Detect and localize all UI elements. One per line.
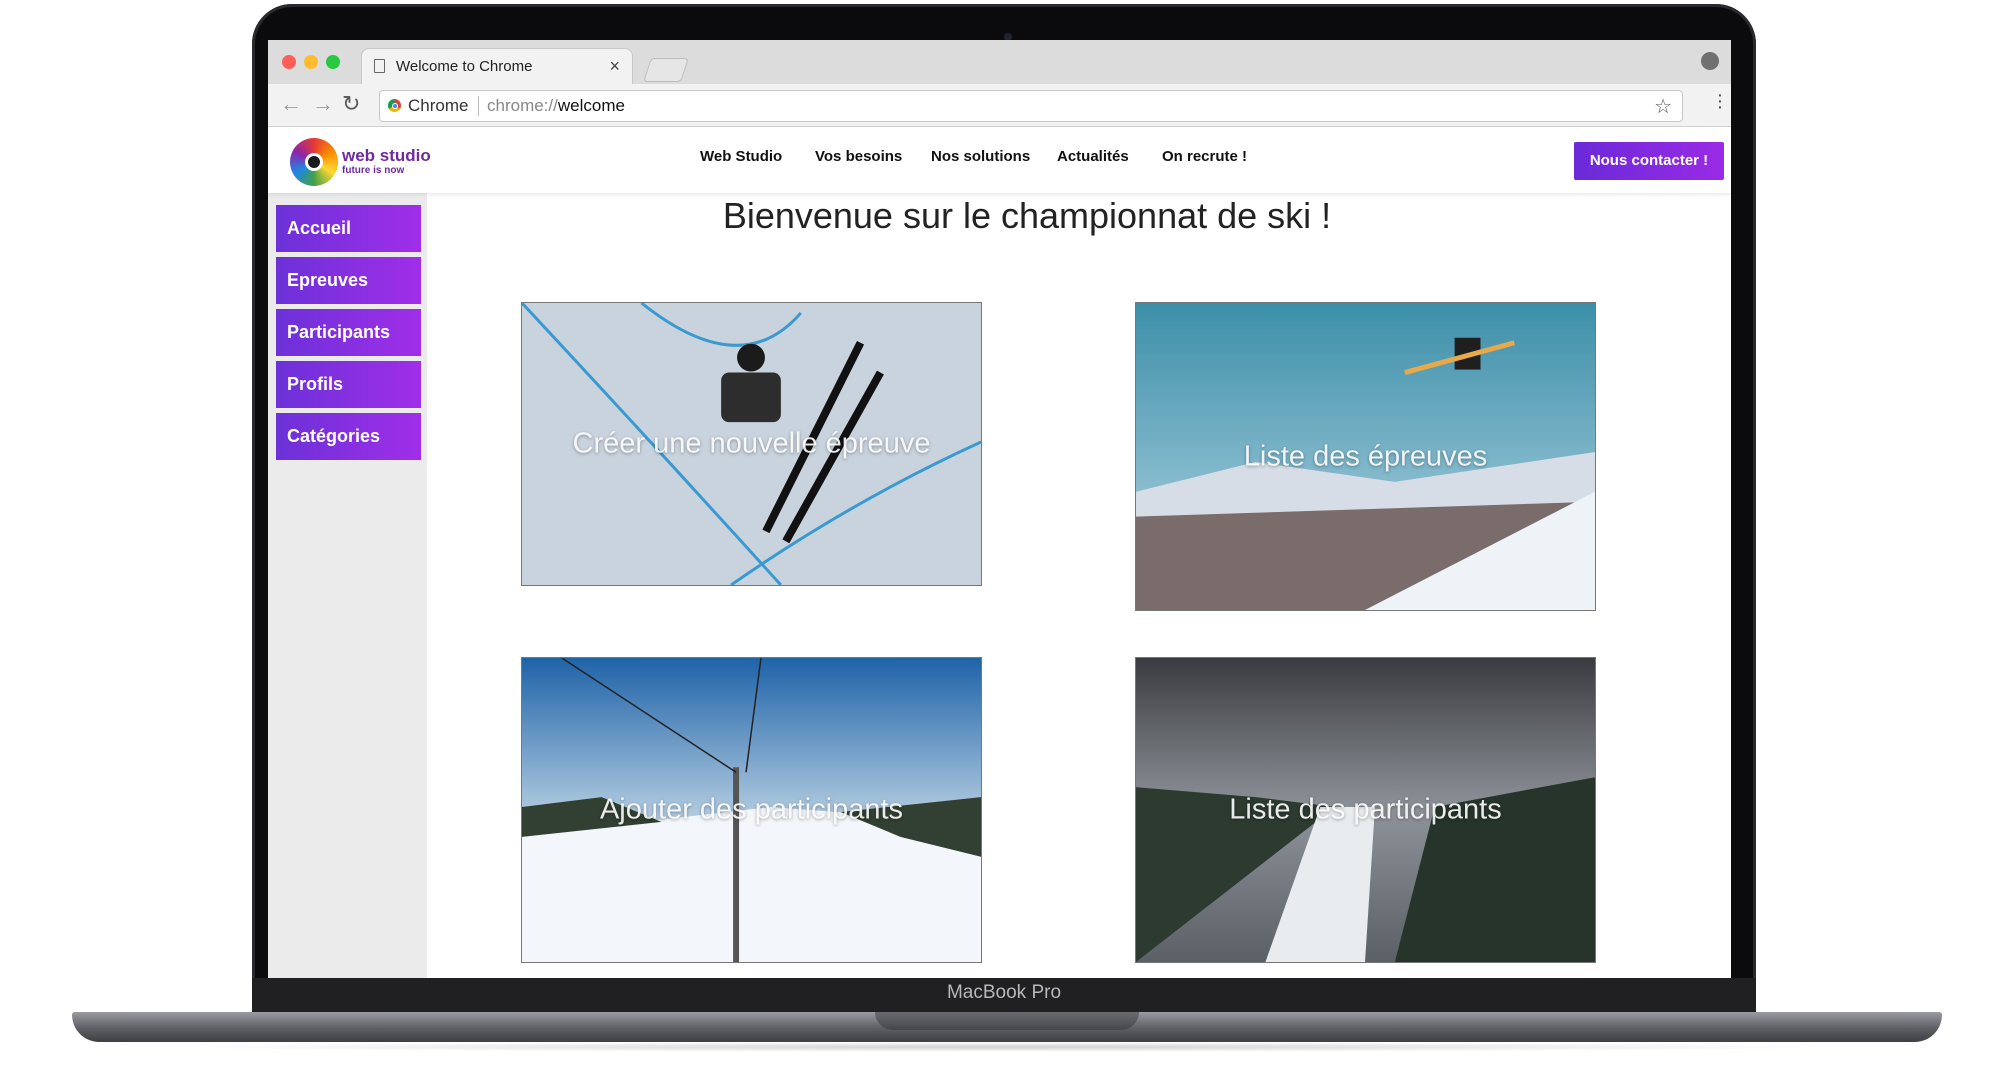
device-label: MacBook Pro [946, 982, 1062, 1003]
profile-icon[interactable] [1701, 52, 1719, 70]
card-event-list[interactable]: Liste des épreuves [1135, 302, 1596, 611]
address-bar[interactable]: Chrome chrome://welcome ☆ [379, 90, 1683, 122]
sidebar-item-participants[interactable]: Participants [276, 309, 421, 356]
url-scheme: chrome:// [487, 96, 558, 115]
browser-menu-icon[interactable]: · · · [1715, 85, 1725, 117]
laptop-screen: Welcome to Chrome × ← → ↻ Chrome chrome:… [268, 40, 1731, 978]
omnibox-label: Chrome [408, 96, 469, 115]
browser-toolbar: ← → ↻ Chrome chrome://welcome ☆ · · · [268, 84, 1731, 127]
card-label: Liste des participants [1229, 793, 1502, 826]
card-participant-list[interactable]: Liste des participants [1135, 657, 1596, 963]
card-label: Créer une nouvelle épreuve [572, 427, 931, 460]
document-icon [374, 59, 385, 73]
site-logo[interactable]: web studio future is now [290, 138, 450, 186]
window-minimize-button[interactable] [304, 55, 318, 69]
nav-link-nos-solutions[interactable]: Nos solutions [931, 148, 1030, 165]
sidebar-item-accueil[interactable]: Accueil [276, 205, 421, 252]
tab-close-icon[interactable]: × [609, 56, 620, 77]
window-zoom-button[interactable] [326, 55, 340, 69]
nav-link-vos-besoins[interactable]: Vos besoins [815, 148, 902, 165]
sidebar: Accueil Epreuves Participants Profils Ca… [268, 193, 427, 978]
laptop-notch [875, 1012, 1139, 1030]
sidebar-item-profils[interactable]: Profils [276, 361, 421, 408]
reload-icon[interactable]: ↻ [342, 91, 360, 117]
contact-button[interactable]: Nous contacter ! [1574, 142, 1724, 180]
nav-link-on-recrute[interactable]: On recrute ! [1162, 148, 1247, 165]
card-label: Ajouter des participants [599, 793, 904, 826]
sidebar-item-epreuves[interactable]: Epreuves [276, 257, 421, 304]
url-path: welcome [557, 96, 625, 115]
url-text: chrome://welcome [487, 96, 625, 116]
page-title: Bienvenue sur le championnat de ski ! [722, 195, 1332, 236]
web-page: web studio future is now Web Studio Vos … [268, 127, 1731, 978]
omnibox-separator [478, 96, 479, 116]
nav-link-web-studio[interactable]: Web Studio [700, 148, 782, 165]
card-label: Liste des épreuves [1243, 440, 1488, 472]
sidebar-item-categories[interactable]: Catégories [276, 413, 421, 460]
logo-camera-icon [290, 138, 338, 186]
browser-tab[interactable]: Welcome to Chrome × [361, 48, 633, 85]
forward-arrow-icon[interactable]: → [312, 91, 334, 117]
laptop-chin: MacBook Pro [252, 978, 1756, 1012]
laptop-shadow [150, 1042, 1860, 1052]
card-add-participants[interactable]: Ajouter des participants [521, 657, 982, 963]
logo-name: web studio [342, 146, 431, 165]
tab-title: Welcome to Chrome [396, 58, 533, 75]
nav-link-actualites[interactable]: Actualités [1057, 148, 1129, 165]
card-create-event[interactable]: Créer une nouvelle épreuve [521, 302, 982, 586]
window-close-button[interactable] [282, 55, 296, 69]
logo-tagline: future is now [342, 165, 405, 176]
back-arrow-icon[interactable]: ← [280, 91, 302, 117]
browser-tab-bar: Welcome to Chrome × [268, 40, 1731, 85]
new-tab-button[interactable] [643, 58, 689, 82]
chrome-icon [388, 99, 401, 112]
site-header: web studio future is now Web Studio Vos … [268, 127, 1731, 193]
bookmark-star-icon[interactable]: ☆ [1654, 94, 1672, 119]
